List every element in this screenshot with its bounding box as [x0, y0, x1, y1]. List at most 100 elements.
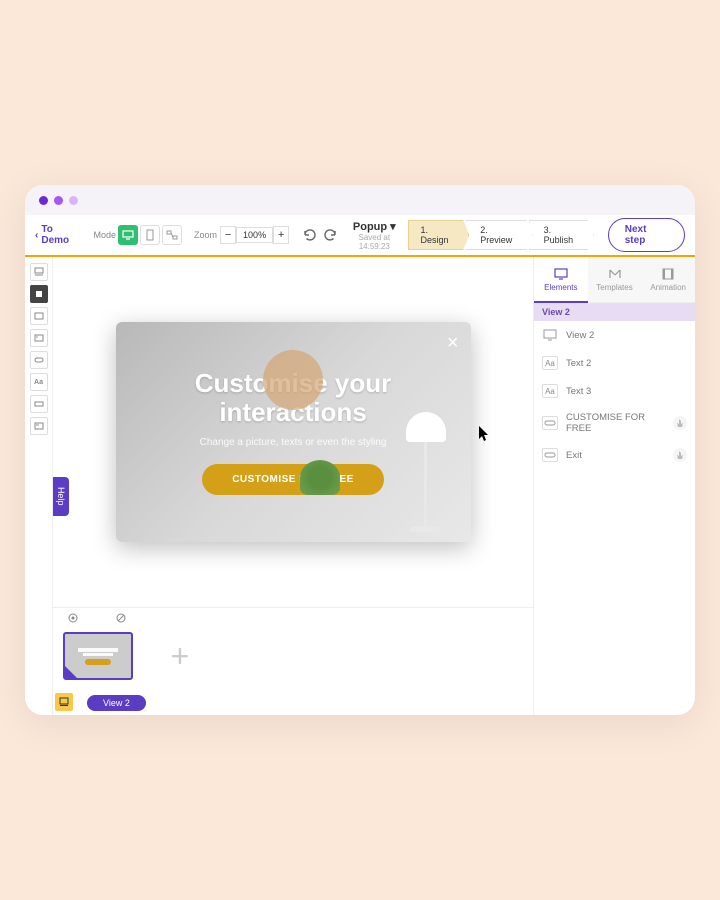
format-dropdown[interactable]: Popup ▾ Saved at 14:59:23: [343, 220, 405, 251]
back-button[interactable]: ‹ To Demo: [35, 224, 82, 246]
lamp-decoration: [401, 402, 451, 542]
flow-icon: [166, 230, 178, 240]
layer-label: CUSTOMISE FOR FREE: [566, 412, 665, 434]
screen-icon: [542, 328, 558, 342]
next-step-button[interactable]: Next step: [608, 218, 685, 252]
layer-label: Exit: [566, 450, 665, 461]
window-dot[interactable]: [54, 196, 63, 205]
view-chip[interactable]: View 2: [87, 695, 146, 711]
history-controls: [303, 228, 337, 242]
layer-item-text[interactable]: Aa Text 2: [534, 349, 695, 377]
mode-desktop-button[interactable]: [118, 225, 138, 245]
interaction-icon[interactable]: [673, 416, 687, 430]
button-icon: [34, 357, 44, 363]
browser-header: [25, 185, 695, 215]
mode-label: Mode: [94, 230, 117, 240]
container-icon: [34, 312, 44, 320]
text-icon: Aa: [542, 384, 558, 398]
layer-item-text[interactable]: Aa Text 3: [534, 377, 695, 405]
layer-item-button[interactable]: Exit: [534, 441, 695, 469]
canvas-area: Help × Customise yourinteractions Change…: [53, 257, 533, 715]
rail-image-button[interactable]: [30, 329, 48, 347]
canvas[interactable]: × Customise yourinteractions Change a pi…: [53, 257, 533, 607]
panel-view-header: View 2: [534, 303, 695, 321]
mode-flow-button[interactable]: [162, 225, 182, 245]
animation-icon: [660, 267, 676, 281]
popup-preview[interactable]: × Customise yourinteractions Change a pi…: [116, 322, 471, 542]
step-publish[interactable]: 3. Publish: [529, 220, 594, 250]
rail-text-button[interactable]: Aa: [30, 373, 48, 391]
browser-window: ‹ To Demo Mode Zoom − 100% + Popup: [25, 185, 695, 715]
square-icon: [35, 290, 43, 298]
back-label: To Demo: [41, 224, 81, 246]
popup-cta-button[interactable]: CUSTOMISE FOR FREE: [202, 464, 384, 495]
chevron-down-icon: ▾: [390, 221, 396, 233]
panel-tabs: Elements Templates Animation: [534, 257, 695, 303]
mode-mobile-button[interactable]: [140, 225, 160, 245]
image-icon: [34, 334, 44, 342]
undo-icon[interactable]: [303, 228, 317, 242]
redo-icon[interactable]: [323, 228, 337, 242]
add-view-button[interactable]: +: [145, 632, 215, 680]
desktop-icon: [122, 230, 134, 240]
zoom-out-button[interactable]: −: [220, 226, 236, 244]
layer-label: Text 3: [566, 386, 687, 397]
right-panel: Elements Templates Animation View 2 View…: [533, 257, 695, 715]
zoom-label: Zoom: [194, 230, 217, 240]
rail-shape-button[interactable]: [30, 285, 48, 303]
tab-label: Animation: [650, 283, 686, 292]
master-icon: [59, 697, 69, 707]
view-thumbnail[interactable]: [63, 632, 133, 680]
disable-icon[interactable]: [115, 612, 127, 624]
window-dot[interactable]: [69, 196, 78, 205]
window-dot[interactable]: [39, 196, 48, 205]
elements-icon: [553, 267, 569, 281]
layer-label: Text 2: [566, 358, 687, 369]
interaction-icon[interactable]: [673, 448, 687, 462]
popup-subtitle[interactable]: Change a picture, texts or even the styl…: [200, 437, 387, 448]
rail-code-button[interactable]: [30, 417, 48, 435]
workflow-steps: 1. Design 2. Preview 3. Publish: [412, 220, 594, 250]
step-design[interactable]: 1. Design: [408, 220, 470, 250]
text-icon: Aa: [34, 379, 43, 386]
mobile-icon: [146, 229, 154, 241]
button-icon: [542, 448, 558, 462]
layer-label: View 2: [566, 330, 687, 341]
cursor-icon: [478, 425, 492, 446]
templates-icon: [607, 267, 623, 281]
text-icon: Aa: [542, 356, 558, 370]
tab-label: Templates: [596, 283, 632, 292]
chevron-left-icon: ‹: [35, 230, 38, 241]
layer-item-view[interactable]: View 2: [534, 321, 695, 349]
layer-item-button[interactable]: CUSTOMISE FOR FREE: [534, 405, 695, 441]
rail-button-element[interactable]: [30, 351, 48, 369]
plus-icon: +: [171, 638, 190, 675]
layers-icon: [34, 267, 44, 277]
app-toolbar: ‹ To Demo Mode Zoom − 100% + Popup: [25, 215, 695, 257]
plant-decoration: [300, 460, 340, 510]
tool-rail: Aa: [25, 257, 53, 715]
mode-selector: Mode: [94, 225, 183, 245]
tab-label: Elements: [544, 283, 577, 292]
zoom-value: 100%: [236, 227, 273, 243]
gear-icon[interactable]: [67, 612, 79, 624]
button-icon: [542, 416, 558, 430]
input-icon: [34, 401, 44, 407]
views-strip: + View 2: [53, 607, 533, 715]
code-icon: [34, 422, 44, 430]
close-icon[interactable]: ×: [447, 332, 459, 355]
zoom-in-button[interactable]: +: [273, 226, 289, 244]
master-view-button[interactable]: [55, 693, 73, 711]
tab-elements[interactable]: Elements: [534, 257, 588, 303]
zoom-control: Zoom − 100% +: [194, 226, 289, 244]
saved-timestamp: Saved at 14:59:23: [343, 233, 405, 251]
step-preview[interactable]: 2. Preview: [465, 220, 532, 250]
tab-animation[interactable]: Animation: [641, 257, 695, 303]
main-area: Aa Help × Customise yourinteractions Cha…: [25, 257, 695, 715]
rail-container-button[interactable]: [30, 307, 48, 325]
tab-templates[interactable]: Templates: [588, 257, 642, 303]
clock-decoration: [263, 350, 323, 410]
rail-input-button[interactable]: [30, 395, 48, 413]
rail-layers-button[interactable]: [30, 263, 48, 281]
layer-list: View 2 Aa Text 2 Aa Text 3 CUSTOMISE FOR…: [534, 321, 695, 469]
